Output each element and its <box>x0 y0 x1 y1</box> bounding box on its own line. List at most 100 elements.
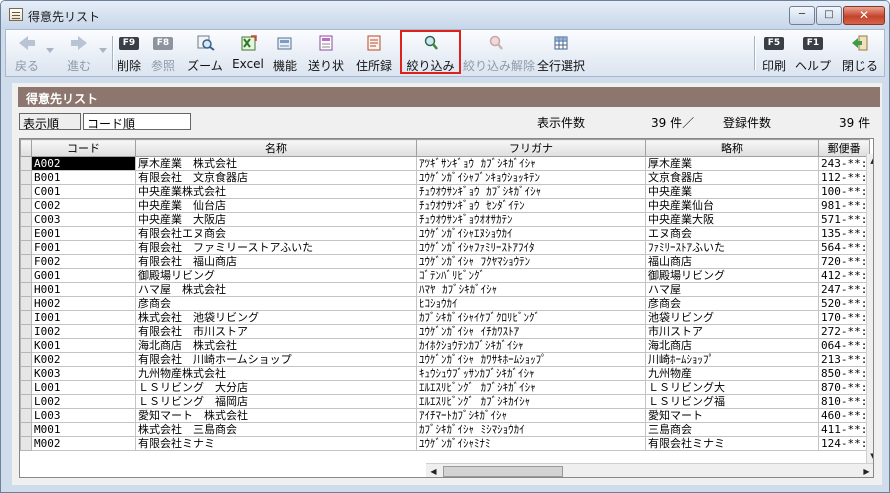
table-row[interactable]: H002 彦商会 ﾋｺｼｮｳｶｲ 彦商会 520-**: <box>20 296 871 311</box>
cell-short[interactable]: 中央産業大阪 <box>645 212 819 227</box>
row-header[interactable] <box>20 408 32 423</box>
cell-name[interactable]: 有限会社 川崎ホームショップ <box>135 352 417 367</box>
forward-button[interactable]: 進む <box>60 32 98 74</box>
horizontal-scroll-thumb[interactable] <box>443 466 563 477</box>
cell-code[interactable]: G001 <box>31 268 136 283</box>
table-row[interactable]: E001 有限会社エヌ商会 ﾕｳｹﾞﾝｶﾞｲｼｬｴﾇｼｮｳｶｲ エヌ商会 135-**: <box>20 226 871 241</box>
cell-zip[interactable]: 981-**: <box>817 198 871 213</box>
cell-zip[interactable]: 870-**: <box>817 380 871 395</box>
cell-name[interactable]: 御殿場リビング <box>135 268 417 283</box>
table-row[interactable]: M001 株式会社 三島商会 ｶﾌﾞｼｷｶﾞｲｼｬ ﾐｼﾏｼｮｳｶｲ 三島商会 411-… <box>20 422 871 437</box>
cell-kana[interactable]: ﾕｳｹﾞﾝｶﾞｲｼｬ ｲﾁｶﾜｽﾄｱ <box>416 324 646 339</box>
cell-kana[interactable]: ｱｲﾁﾏｰﾄｶﾌﾞｼｷｶﾞｲｼｬ <box>416 408 646 423</box>
row-header[interactable] <box>20 170 32 185</box>
cell-code[interactable]: F002 <box>31 254 136 269</box>
cell-short[interactable]: 有限会社ミナミ <box>645 436 819 451</box>
help-button[interactable]: F1 ヘルプ <box>792 32 834 74</box>
cell-name[interactable]: 有限会社 文京食器店 <box>135 170 417 185</box>
table-row[interactable]: G001 御殿場リビング ｺﾞﾃﾝﾊﾞﾘﾋﾞﾝｸﾞ 御殿場リビング 412-**: <box>20 268 871 283</box>
horizontal-scrollbar[interactable]: ◀ ▶ <box>426 463 873 477</box>
cell-code[interactable]: K002 <box>31 352 136 367</box>
back-dropdown-icon[interactable] <box>46 48 54 54</box>
cell-short[interactable]: 厚木産業 <box>645 156 819 171</box>
cell-short[interactable]: 九州物産 <box>645 366 819 381</box>
row-header[interactable] <box>20 226 32 241</box>
table-row[interactable]: H001 ハマ屋 株式会社 ﾊﾏﾔ ｶﾌﾞｼｷｶﾞｲｼｬ ハマ屋 247-**: <box>20 282 871 297</box>
cell-name[interactable]: 株式会社 三島商会 <box>135 422 417 437</box>
title-bar[interactable]: 得意先リスト ─ □ ✕ <box>1 1 889 29</box>
cell-code[interactable]: K003 <box>31 366 136 381</box>
cell-name[interactable]: 海北商店 株式会社 <box>135 338 417 353</box>
cell-code[interactable]: H001 <box>31 282 136 297</box>
cell-name[interactable]: 厚木産業 株式会社 <box>135 156 417 171</box>
cell-code[interactable]: K001 <box>31 338 136 353</box>
table-row[interactable]: I001 株式会社 池袋リビング ｶﾌﾞｼｷｶﾞｲｼｬｲｹﾌﾞｸﾛﾘﾋﾞﾝｸﾞ 池袋リ… <box>20 310 871 325</box>
cell-zip[interactable]: 850-**: <box>817 366 871 381</box>
scroll-left-icon[interactable]: ◀ <box>427 465 440 477</box>
cell-name[interactable]: ＬＳリビング 福岡店 <box>135 394 417 409</box>
row-header[interactable] <box>20 436 32 451</box>
row-header[interactable] <box>20 338 32 353</box>
cell-name[interactable]: 愛知マート 株式会社 <box>135 408 417 423</box>
row-header[interactable] <box>20 296 32 311</box>
table-row[interactable]: K003 九州物産株式会社 ｷｭｳｼｭｳﾌﾞｯｻﾝｶﾌﾞｼｷｶﾞｲｼｬ 九州物産 850… <box>20 366 871 381</box>
cell-short[interactable]: ﾌｧﾐﾘｰｽﾄｱふいた <box>645 240 819 255</box>
cell-zip[interactable]: 170-**: <box>817 310 871 325</box>
cell-name[interactable]: ハマ屋 株式会社 <box>135 282 417 297</box>
cell-kana[interactable]: ﾕｳｹﾞﾝｶﾞｲｼｬﾌﾞﾝｷｮｳｼｮｯｷﾃﾝ <box>416 170 646 185</box>
cell-code[interactable]: I001 <box>31 310 136 325</box>
cell-name[interactable]: 彦商会 <box>135 296 417 311</box>
zoom-button[interactable]: ズーム <box>184 32 226 74</box>
cell-name[interactable]: 有限会社 市川ストア <box>135 324 417 339</box>
column-header-name[interactable]: 名称 <box>135 139 417 157</box>
vertical-scrollbar[interactable]: ▲ ▼ <box>866 154 873 463</box>
cell-zip[interactable]: 272-**: <box>817 324 871 339</box>
reference-button[interactable]: F8 参照 <box>146 32 180 74</box>
cell-short[interactable]: 市川ストア <box>645 324 819 339</box>
print-button[interactable]: F5 印刷 <box>758 32 790 74</box>
cell-short[interactable]: ＬＳリビング福 <box>645 394 819 409</box>
table-row[interactable]: F002 有限会社 福山商店 ﾕｳｹﾞﾝｶﾞｲｼｬ ﾌｸﾔﾏｼｮｳﾃﾝ 福山商店 720… <box>20 254 871 269</box>
cell-code[interactable]: F001 <box>31 240 136 255</box>
filter-clear-button[interactable]: 絞り込み解除 <box>463 32 535 74</box>
cell-name[interactable]: 有限会社 福山商店 <box>135 254 417 269</box>
cell-zip[interactable]: 213-**: <box>817 352 871 367</box>
cell-kana[interactable]: ﾁｭｳｵｳｻﾝｷﾞｮｳ ｾﾝﾀﾞｲﾃﾝ <box>416 198 646 213</box>
cell-kana[interactable]: ｴﾙｴｽﾘﾋﾞﾝｸﾞ ｶﾌﾞｼｷｶｲｼｬ <box>416 394 646 409</box>
cell-zip[interactable]: 720-**: <box>817 254 871 269</box>
cell-kana[interactable]: ﾕｳｹﾞﾝｶﾞｲｼｬ ﾌｸﾔﾏｼｮｳﾃﾝ <box>416 254 646 269</box>
cell-kana[interactable]: ｶﾌﾞｼｷｶﾞｲｼｬｲｹﾌﾞｸﾛﾘﾋﾞﾝｸﾞ <box>416 310 646 325</box>
cell-short[interactable]: エヌ商会 <box>645 226 819 241</box>
row-header[interactable] <box>20 198 32 213</box>
cell-kana[interactable]: ｶｲﾎｸｼｮｳﾃﾝｶﾌﾞｼｷｶﾞｲｼｬ <box>416 338 646 353</box>
scroll-up-icon[interactable]: ▲ <box>867 155 873 167</box>
excel-button[interactable]: Excel <box>230 32 266 74</box>
cell-zip[interactable]: 571-**: <box>817 212 871 227</box>
cell-name[interactable]: 九州物産株式会社 <box>135 366 417 381</box>
cell-short[interactable]: 中央産業仙台 <box>645 198 819 213</box>
cell-name[interactable]: 中央産業 大阪店 <box>135 212 417 227</box>
close-button[interactable]: 閉じる <box>838 32 882 74</box>
table-row[interactable]: L003 愛知マート 株式会社 ｱｲﾁﾏｰﾄｶﾌﾞｼｷｶﾞｲｼｬ 愛知マート 460-*… <box>20 408 871 423</box>
customer-grid[interactable]: コード 名称 フリガナ 略称 郵便番 A002 厚木産業 株式会社 ｱﾂｷﾞｻﾝｷﾞ… <box>19 138 874 478</box>
delete-button[interactable]: F9 削除 <box>114 32 144 74</box>
cell-zip[interactable]: 520-**: <box>817 296 871 311</box>
cell-zip[interactable]: 411-**: <box>817 422 871 437</box>
cell-code[interactable]: C003 <box>31 212 136 227</box>
cell-name[interactable]: 有限会社ミナミ <box>135 436 417 451</box>
table-row[interactable]: C003 中央産業 大阪店 ﾁｭｳｵｳｻﾝｷﾞｮｳｵｵｻｶﾃﾝ 中央産業大阪 571-*… <box>20 212 871 227</box>
function-button[interactable]: 機能 <box>269 32 301 74</box>
cell-short[interactable]: 御殿場リビング <box>645 268 819 283</box>
maximize-button[interactable]: □ <box>816 6 842 25</box>
cell-zip[interactable]: 412-**: <box>817 268 871 283</box>
table-row[interactable]: L002 ＬＳリビング 福岡店 ｴﾙｴｽﾘﾋﾞﾝｸﾞ ｶﾌﾞｼｷｶｲｼｬ ＬＳリビング… <box>20 394 871 409</box>
select-all-button[interactable]: 全行選択 <box>534 32 588 74</box>
cell-zip[interactable]: 124-**: <box>817 436 871 451</box>
row-header[interactable] <box>20 156 32 171</box>
cell-zip[interactable]: 564-**: <box>817 240 871 255</box>
cell-code[interactable]: I002 <box>31 324 136 339</box>
back-button[interactable]: 戻る <box>8 32 46 74</box>
cell-code[interactable]: C002 <box>31 198 136 213</box>
cell-short[interactable]: ハマ屋 <box>645 282 819 297</box>
cell-kana[interactable]: ﾕｳｹﾞﾝｶﾞｲｼｬｴﾇｼｮｳｶｲ <box>416 226 646 241</box>
